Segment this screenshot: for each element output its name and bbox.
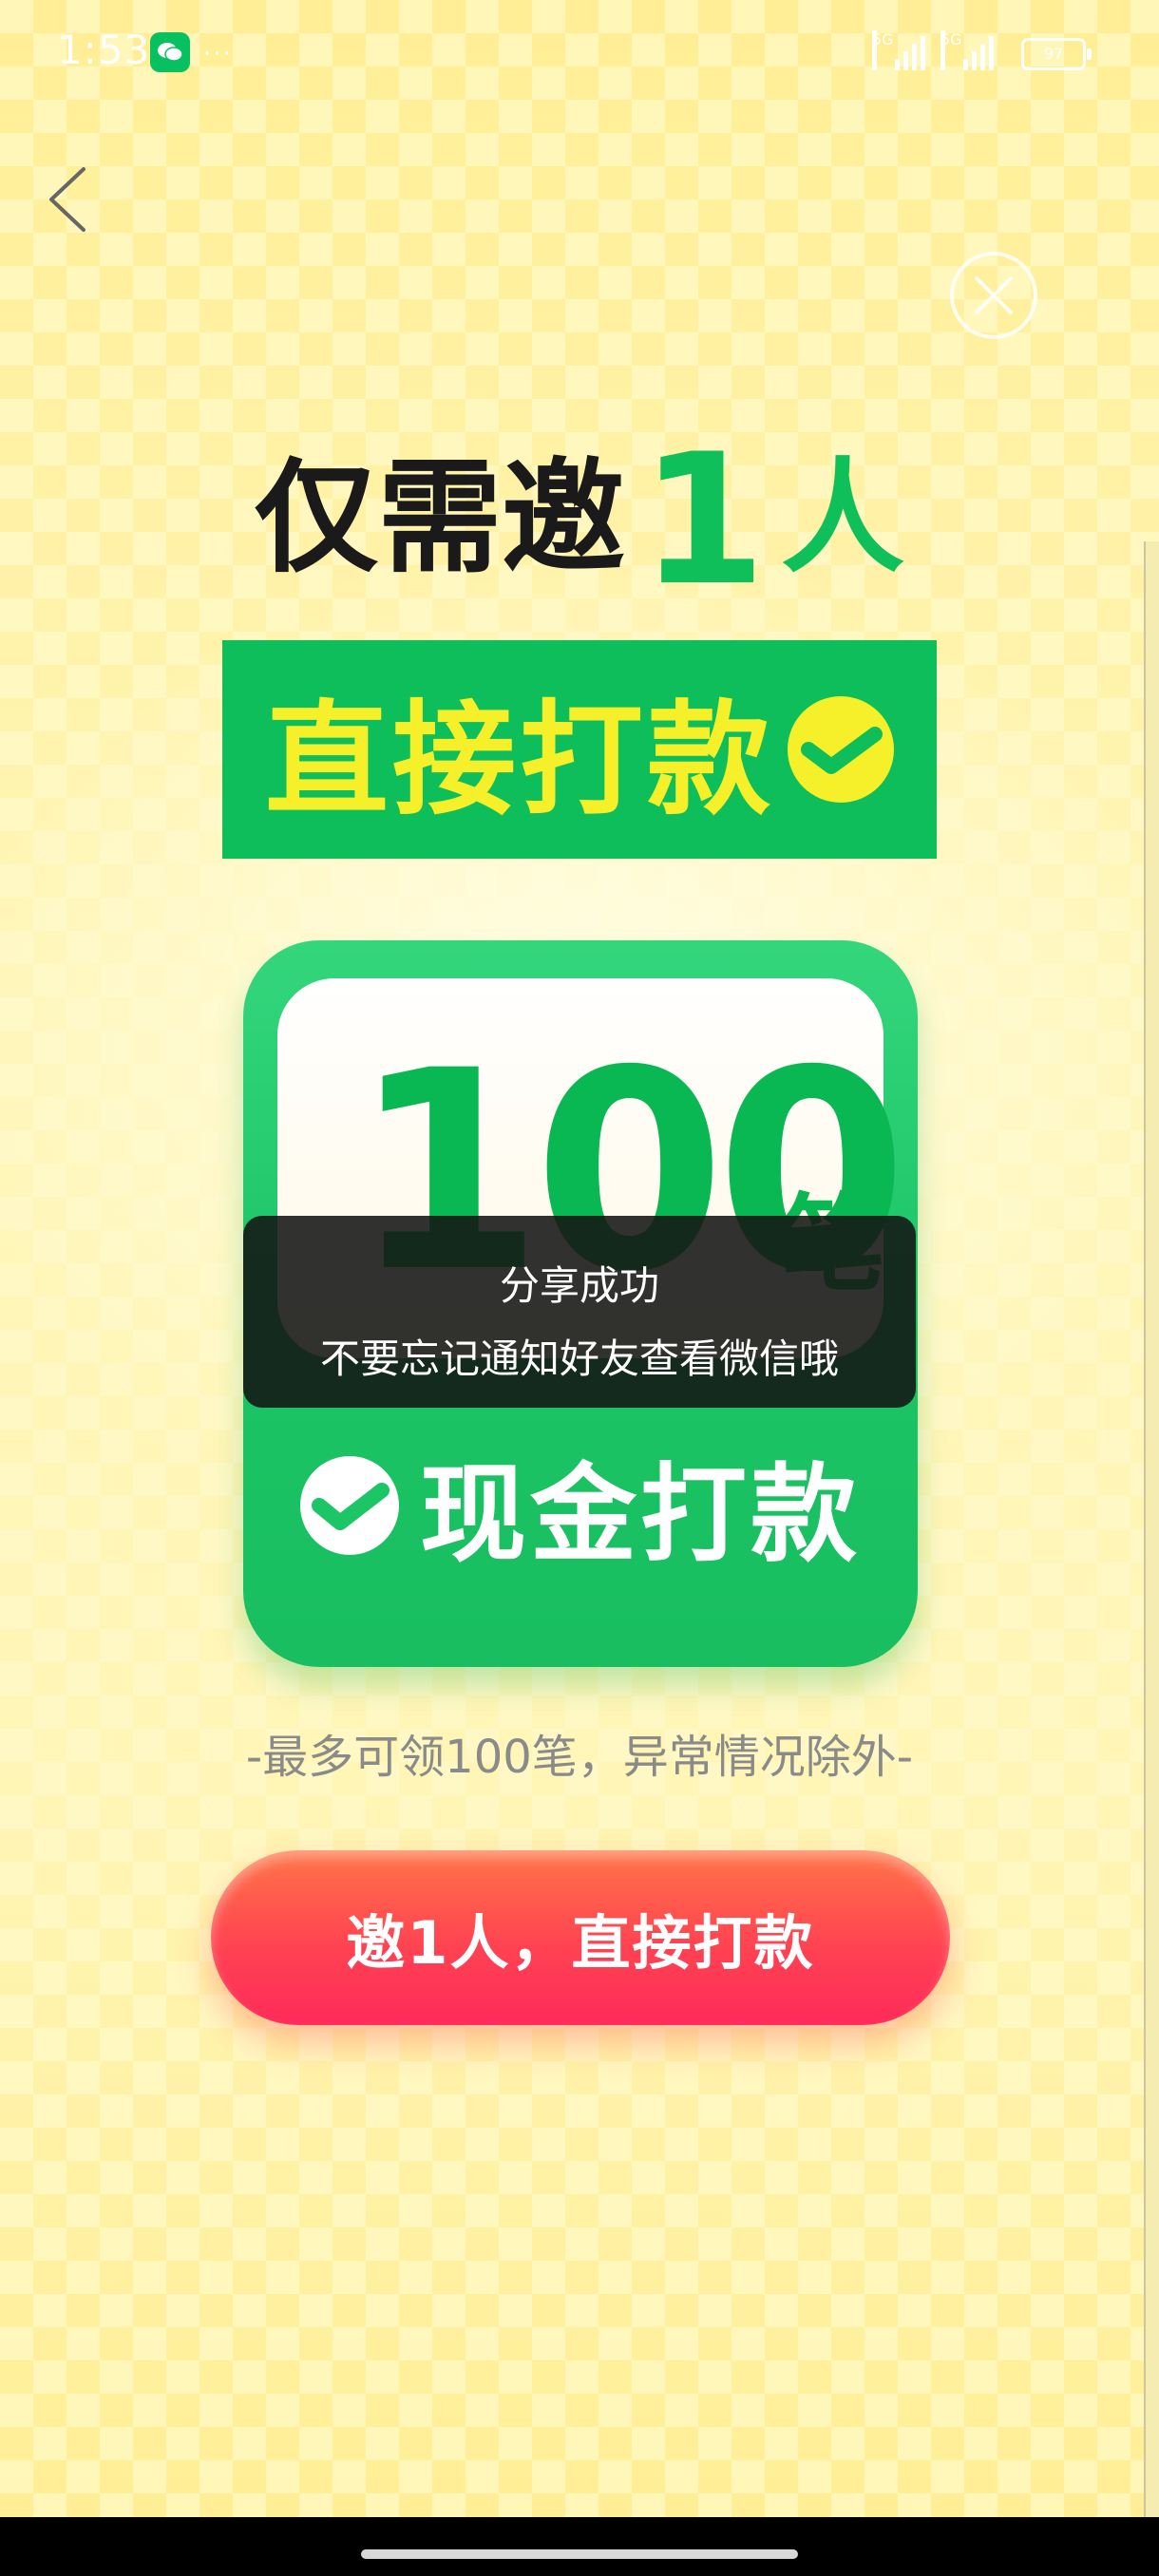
cta-label: 邀1人，直接打款 [346, 1908, 815, 1978]
direct-payment-banner: 直接打款 [222, 640, 937, 859]
status-bar: 1:53 ··· 5G 5G 97 [0, 0, 1159, 104]
close-icon [975, 276, 1013, 314]
banner-text: 直接打款 [264, 688, 774, 832]
toast-message: 不要忘记通知好友查看微信哦 [319, 1335, 839, 1382]
chevron-left-icon [49, 167, 86, 232]
battery-icon: 97 [1021, 38, 1092, 70]
scroll-edge [1144, 541, 1159, 2517]
headline-suffix: 人 [781, 445, 905, 590]
signal-icon-sim1: 5G [872, 30, 931, 70]
headline-prefix: 仅需邀 [254, 445, 625, 590]
navigation-bar [0, 2517, 1159, 2576]
invite-cta-button[interactable]: 邀1人，直接打款 [211, 1850, 950, 2025]
headline: 仅需邀1 人 [0, 418, 1159, 611]
status-time: 1:53 [57, 27, 151, 73]
home-indicator[interactable] [361, 2549, 798, 2559]
reward-label: 现金打款 [420, 1453, 861, 1577]
toast-title: 分享成功 [499, 1262, 659, 1309]
limit-note: -最多可领100笔，异常情况除外- [245, 1731, 914, 1784]
notification-more: ··· [203, 40, 233, 68]
headline-number: 1 [639, 415, 767, 625]
check-circle-icon [300, 1456, 399, 1555]
signal-icon-sim2: 5G [940, 30, 999, 70]
close-button[interactable] [950, 252, 1037, 339]
reward-card-bottom: 现金打款 [243, 1406, 918, 1605]
share-success-toast: 分享成功 不要忘记通知好友查看微信哦 [243, 1216, 916, 1408]
wechat-notification-icon [150, 32, 190, 72]
check-circle-icon [788, 696, 894, 803]
back-button[interactable] [42, 161, 99, 237]
